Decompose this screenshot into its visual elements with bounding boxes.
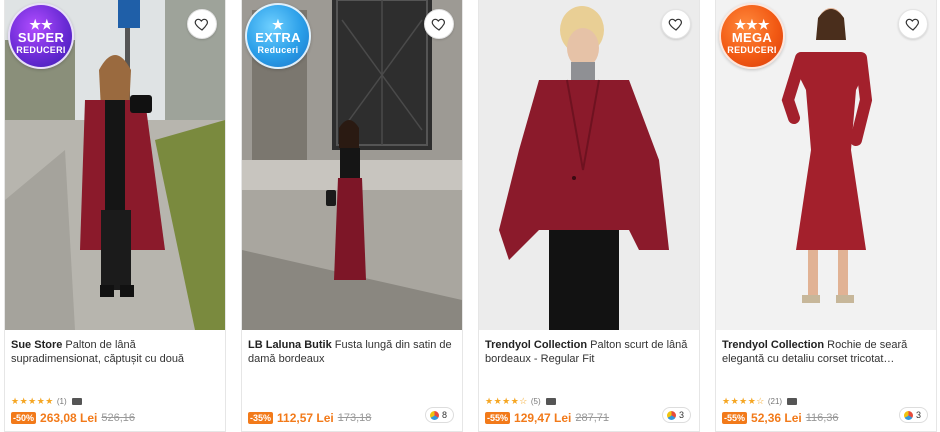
badge-title: MEGA: [731, 29, 773, 45]
favorite-button[interactable]: [187, 9, 217, 39]
heart-outline-icon: [905, 18, 919, 31]
rating-stars: ★★★★☆: [722, 396, 765, 406]
product-card[interactable]: ★★ SUPER REDUCERI Sue Store Palton de lâ…: [4, 0, 226, 432]
favorite-button[interactable]: [898, 9, 928, 39]
old-price: 116,36: [805, 412, 839, 424]
badge-title: EXTRA: [255, 29, 301, 45]
color-options[interactable]: 3: [661, 407, 691, 423]
product-brand: Sue Store: [11, 339, 63, 351]
favorite-button[interactable]: [661, 9, 691, 39]
product-price: -35% 112,57 Lei 173,18: [248, 411, 371, 425]
product-info[interactable]: Trendyol Collection Palton scurt de lână…: [485, 338, 693, 366]
product-title[interactable]: Trendyol Collection Palton scurt de lână…: [485, 338, 693, 366]
color-count: 3: [678, 410, 684, 420]
video-camera-icon: [787, 398, 798, 405]
badge-stars: ★★★: [734, 16, 770, 32]
rating-count: (1): [56, 397, 67, 406]
rating-stars: ★★★★☆: [485, 396, 528, 406]
badge-subtitle: REDUCERI: [727, 44, 777, 55]
product-image[interactable]: [479, 0, 699, 330]
color-options[interactable]: 3: [898, 407, 928, 423]
rating-count: (21): [767, 397, 783, 406]
color-swatch-icon: [903, 410, 913, 420]
discount-badge: ★ EXTRA Reduceri: [245, 3, 311, 69]
product-info[interactable]: Sue Store Palton de lână supradimensiona…: [11, 338, 219, 366]
product-title[interactable]: LB Laluna Butik Fusta lungă din satin de…: [248, 338, 456, 366]
product-price: -50% 263,08 Lei 526,16: [11, 411, 135, 425]
badge-subtitle: REDUCERI: [16, 44, 66, 55]
favorite-button[interactable]: [424, 9, 454, 39]
product-card[interactable]: ★ EXTRA Reduceri 8 LB Laluna Butik Fusta…: [241, 0, 463, 432]
old-price: 287,71: [575, 412, 610, 424]
heart-outline-icon: [668, 18, 682, 31]
video-camera-icon: [71, 398, 82, 405]
product-rating: ★★★★★ (1): [11, 396, 82, 407]
discount-percent: -55%: [485, 412, 511, 424]
product-rating: ★★★★☆ (21): [722, 396, 798, 407]
video-camera-icon: [545, 398, 556, 405]
old-price: 173,18: [337, 412, 372, 424]
color-options[interactable]: 8: [424, 407, 454, 423]
discount-percent: -50%: [11, 412, 37, 424]
color-count: 8: [441, 410, 447, 420]
product-rating: ★★★★☆ (5): [485, 396, 556, 407]
old-price: 526,16: [101, 412, 136, 424]
product-title[interactable]: Trendyol Collection Rochie de seară eleg…: [722, 338, 930, 366]
color-count: 3: [915, 410, 921, 420]
product-card[interactable]: ★★★ MEGA REDUCERI 3 Trendyol Collection …: [715, 0, 937, 432]
product-title[interactable]: Sue Store Palton de lână supradimensiona…: [11, 338, 219, 366]
discount-badge: ★★★ MEGA REDUCERI: [719, 3, 785, 69]
badge-stars: ★: [272, 16, 284, 32]
current-price: 112,57 Lei: [277, 411, 334, 425]
color-swatch-icon: [666, 410, 676, 420]
product-brand: Trendyol Collection: [722, 339, 825, 351]
badge-title: SUPER: [17, 29, 65, 45]
current-price: 129,47 Lei: [514, 411, 572, 425]
current-price: 52,36 Lei: [751, 411, 802, 425]
discount-percent: -35%: [248, 412, 274, 424]
product-info[interactable]: Trendyol Collection Rochie de seară eleg…: [722, 338, 930, 366]
product-brand: Trendyol Collection: [485, 339, 588, 351]
product-price: -55% 52,36 Lei 116,36: [722, 411, 839, 425]
discount-percent: -55%: [722, 412, 748, 424]
badge-stars: ★★: [29, 16, 53, 32]
badge-subtitle: Reduceri: [257, 44, 299, 55]
product-brand: LB Laluna Butik: [248, 339, 332, 351]
product-price: -55% 129,47 Lei 287,71: [485, 411, 609, 425]
color-swatch-icon: [429, 410, 439, 420]
product-card[interactable]: 3 Trendyol Collection Palton scurt de lâ…: [478, 0, 700, 432]
product-grid: ★★ SUPER REDUCERI Sue Store Palton de lâ…: [0, 0, 940, 432]
heart-outline-icon: [194, 18, 208, 31]
heart-outline-icon: [431, 18, 445, 31]
product-info[interactable]: LB Laluna Butik Fusta lungă din satin de…: [248, 338, 456, 366]
rating-stars: ★★★★★: [11, 396, 54, 406]
rating-count: (5): [530, 397, 541, 406]
current-price: 263,08 Lei: [40, 411, 98, 425]
discount-badge: ★★ SUPER REDUCERI: [8, 3, 74, 69]
